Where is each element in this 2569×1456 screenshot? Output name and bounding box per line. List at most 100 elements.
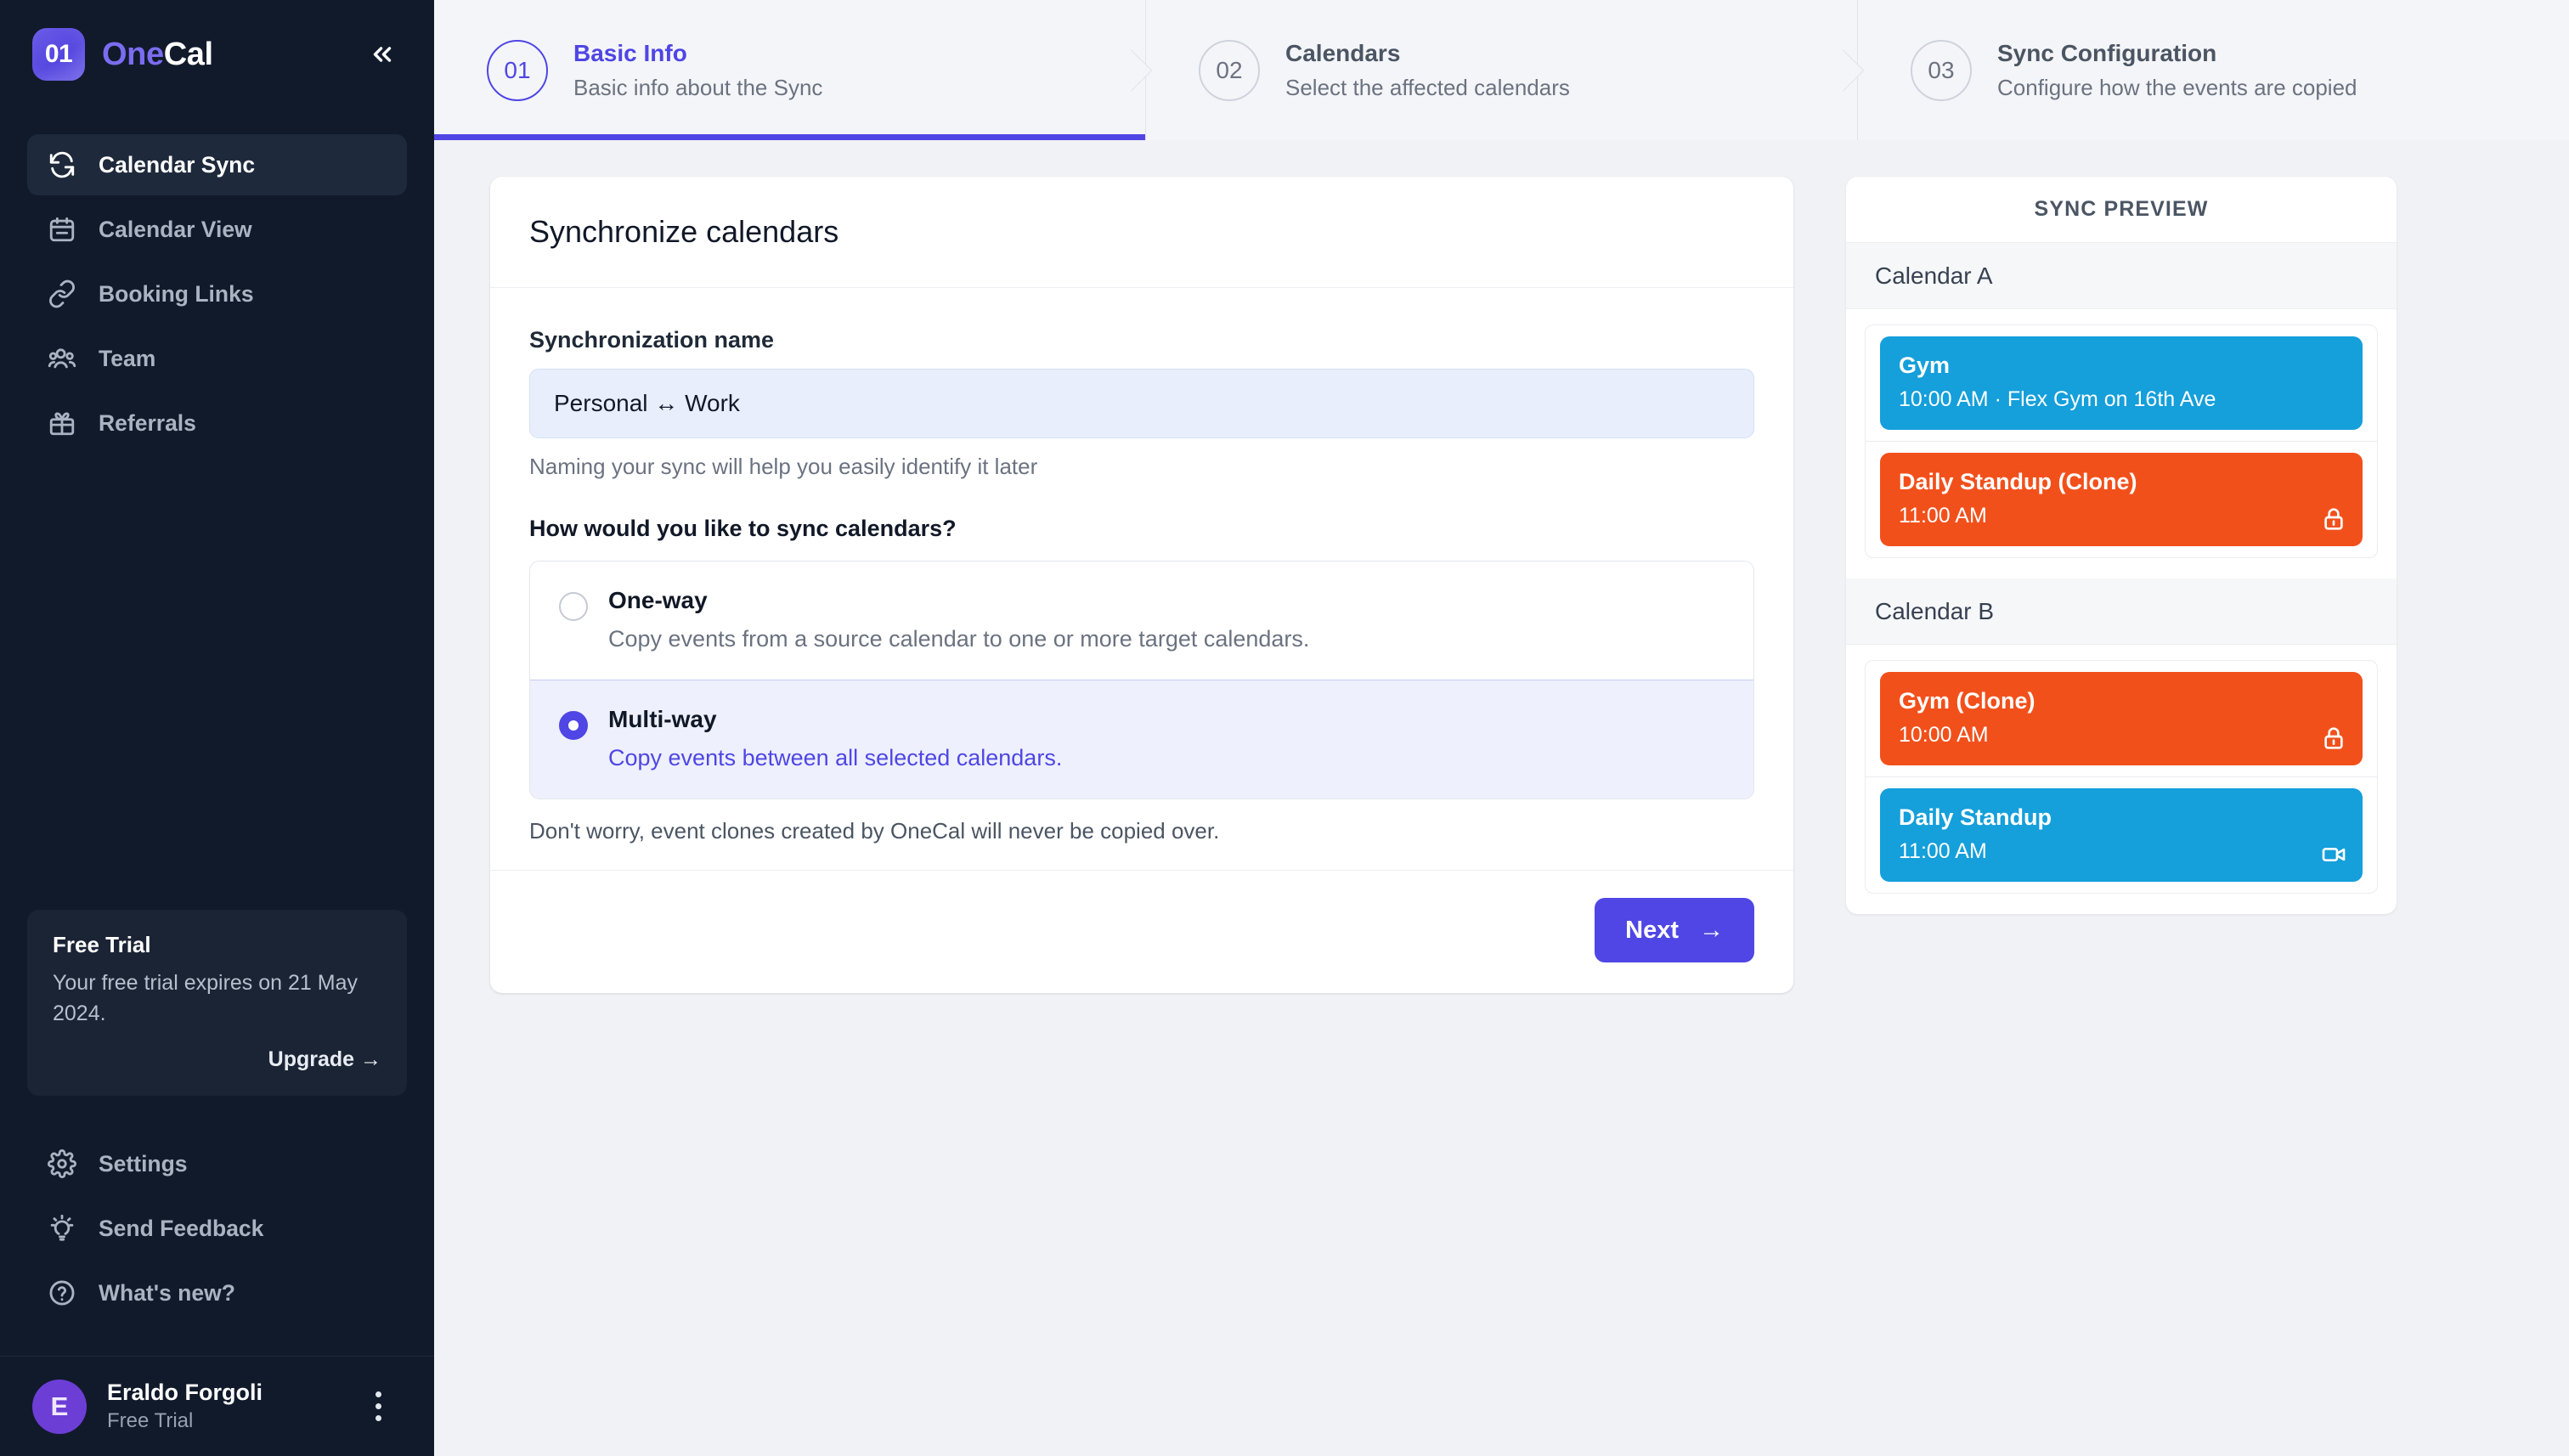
step-calendars[interactable]: 02 Calendars Select the affected calenda… (1145, 0, 1857, 140)
calendar-a-header: Calendar A (1846, 243, 2397, 309)
sync-name-input[interactable] (529, 369, 1754, 438)
calendar-b-body: Gym (Clone) 10:00 AM Daily Standup 11:00… (1846, 645, 2397, 914)
sidebar-header: 01 OneCal (0, 0, 434, 109)
card-footer: Next → (490, 870, 1793, 993)
video-icon (2320, 841, 2347, 868)
app-root: 01 OneCal Calendar Sync Calendar View Bo… (0, 0, 2569, 1456)
step-sync-configuration[interactable]: 03 Sync Configuration Configure how the … (1857, 0, 2569, 140)
link-icon (48, 279, 76, 308)
event-slot: Gym 10:00 AM · Flex Gym on 16th Ave (1866, 325, 2377, 441)
event-title: Daily Standup (Clone) (1899, 469, 2137, 494)
avatar: E (32, 1379, 87, 1434)
event-time: 10:00 AM (1899, 723, 1989, 747)
sync-name-label: Synchronization name (529, 327, 775, 353)
event-slot: Gym (Clone) 10:00 AM (1866, 661, 2377, 776)
radio-indicator[interactable] (559, 592, 588, 621)
user-meta: Eraldo Forgoli Free Trial (107, 1380, 263, 1433)
event-card[interactable]: Gym (Clone) 10:00 AM (1880, 672, 2363, 765)
radio-text: One-way Copy events from a source calend… (608, 587, 1309, 652)
step-subtitle: Select the affected calendars (1285, 74, 1570, 100)
chevrons-left-icon[interactable] (359, 31, 405, 77)
calendar-a-body: Gym 10:00 AM · Flex Gym on 16th Ave Dail… (1846, 309, 2397, 578)
wizard-stepper: 01 Basic Info Basic info about the Sync … (434, 0, 2569, 140)
step-number: 02 (1199, 39, 1260, 101)
event-list: Gym 10:00 AM · Flex Gym on 16th Ave Dail… (1865, 324, 2378, 558)
gift-icon (48, 409, 76, 437)
sidebar-item-calendar-sync[interactable]: Calendar Sync (27, 134, 407, 195)
lock-icon (2320, 505, 2347, 533)
sync-mode-question: How would you like to sync calendars? (529, 516, 957, 541)
brand-wordmark: OneCal (102, 37, 213, 73)
event-title: Gym (1899, 353, 1951, 378)
sidebar-item-label: Referrals (99, 409, 196, 436)
lightbulb-icon (48, 1214, 76, 1243)
step-title: Basic Info (573, 39, 687, 66)
upgrade-link[interactable]: Upgrade → (53, 1047, 381, 1072)
card-header: Synchronize calendars (490, 177, 1793, 288)
more-vertical-icon[interactable] (359, 1383, 397, 1431)
free-trial-title: Free Trial (53, 932, 151, 957)
sidebar-item-booking-links[interactable]: Booking Links (27, 263, 407, 324)
step-subtitle: Configure how the events are copied (1997, 74, 2357, 100)
event-card[interactable]: Gym 10:00 AM · Flex Gym on 16th Ave (1880, 336, 2363, 430)
sync-icon (48, 150, 76, 179)
sidebar-item-label: Team (99, 345, 156, 371)
step-subtitle: Basic info about the Sync (573, 74, 823, 100)
step-basic-info[interactable]: 01 Basic Info Basic info about the Sync (434, 0, 1145, 140)
sidebar-item-label: Calendar Sync (99, 151, 256, 178)
sidebar-item-calendar-view[interactable]: Calendar View (27, 199, 407, 260)
step-number: 03 (1911, 39, 1972, 101)
sync-mode-radio-group: One-way Copy events from a source calend… (529, 561, 1754, 799)
page-title: Synchronize calendars (529, 214, 839, 249)
step-text: Calendars Select the affected calendars (1285, 40, 1570, 101)
user-profile[interactable]: E Eraldo Forgoli Free Trial (0, 1356, 434, 1456)
main-area: 01 Basic Info Basic info about the Sync … (434, 0, 2569, 1456)
sidebar-item-label: Send Feedback (99, 1215, 264, 1241)
sync-preview-title: SYNC PREVIEW (1846, 177, 2397, 243)
step-title: Calendars (1285, 39, 1401, 66)
step-text: Basic Info Basic info about the Sync (573, 40, 822, 101)
step-title: Sync Configuration (1997, 39, 2217, 66)
event-time: 11:00 AM (1899, 839, 1987, 863)
radio-indicator[interactable] (559, 711, 588, 740)
free-trial-card: Free Trial Your free trial expires on 21… (27, 910, 407, 1096)
radio-title: Multi-way (608, 706, 717, 732)
sync-form-card: Synchronize calendars Synchronization na… (490, 177, 1793, 993)
sidebar-item-label: What's new? (99, 1279, 235, 1306)
sidebar-nav: Calendar Sync Calendar View Booking Link… (0, 109, 434, 454)
sidebar-item-team[interactable]: Team (27, 328, 407, 389)
next-button[interactable]: Next → (1595, 898, 1754, 962)
event-time-value: 10:00 AM (1899, 387, 1989, 411)
radio-description: Copy events from a source calendar to on… (608, 626, 1310, 652)
sidebar-item-referrals[interactable]: Referrals (27, 392, 407, 454)
onecal-logo-mark: 01 (32, 28, 85, 81)
sidebar-item-send-feedback[interactable]: Send Feedback (27, 1198, 407, 1259)
event-card[interactable]: Daily Standup 11:00 AM (1880, 788, 2363, 882)
sidebar-bottom-nav: Settings Send Feedback What's new? (0, 1096, 434, 1323)
sidebar-item-settings[interactable]: Settings (27, 1133, 407, 1194)
sidebar-item-label: Calendar View (99, 216, 252, 242)
sidebar: 01 OneCal Calendar Sync Calendar View Bo… (0, 0, 434, 1456)
sync-preview-panel: SYNC PREVIEW Calendar A Gym 10:00 AM · F… (1846, 177, 2397, 914)
event-location: Flex Gym on 16th Ave (2007, 387, 2216, 411)
radio-option-one-way[interactable]: One-way Copy events from a source calend… (530, 562, 1753, 680)
calendar-icon (48, 215, 76, 244)
brand-name-first: One (102, 36, 164, 72)
radio-option-multi-way[interactable]: Multi-way Copy events between all select… (530, 680, 1753, 799)
users-icon (48, 344, 76, 373)
clone-note: Don't worry, event clones created by One… (529, 818, 1220, 844)
event-list: Gym (Clone) 10:00 AM Daily Standup 11:00… (1865, 660, 2378, 894)
sidebar-item-label: Settings (99, 1150, 188, 1177)
next-button-label: Next (1625, 916, 1679, 944)
sidebar-item-whats-new[interactable]: What's new? (27, 1262, 407, 1323)
event-time: 11:00 AM (1899, 504, 1987, 528)
event-slot: Daily Standup 11:00 AM (1866, 776, 2377, 893)
event-time: 10:00 AM · Flex Gym on 16th Ave (1899, 387, 2344, 412)
brand-name-second: Cal (163, 36, 213, 72)
step-number: 01 (487, 39, 548, 101)
event-card[interactable]: Daily Standup (Clone) 11:00 AM (1880, 453, 2363, 546)
sync-name-help: Naming your sync will help you easily id… (529, 454, 1038, 479)
radio-text: Multi-way Copy events between all select… (608, 706, 1062, 771)
gear-icon (48, 1149, 76, 1178)
